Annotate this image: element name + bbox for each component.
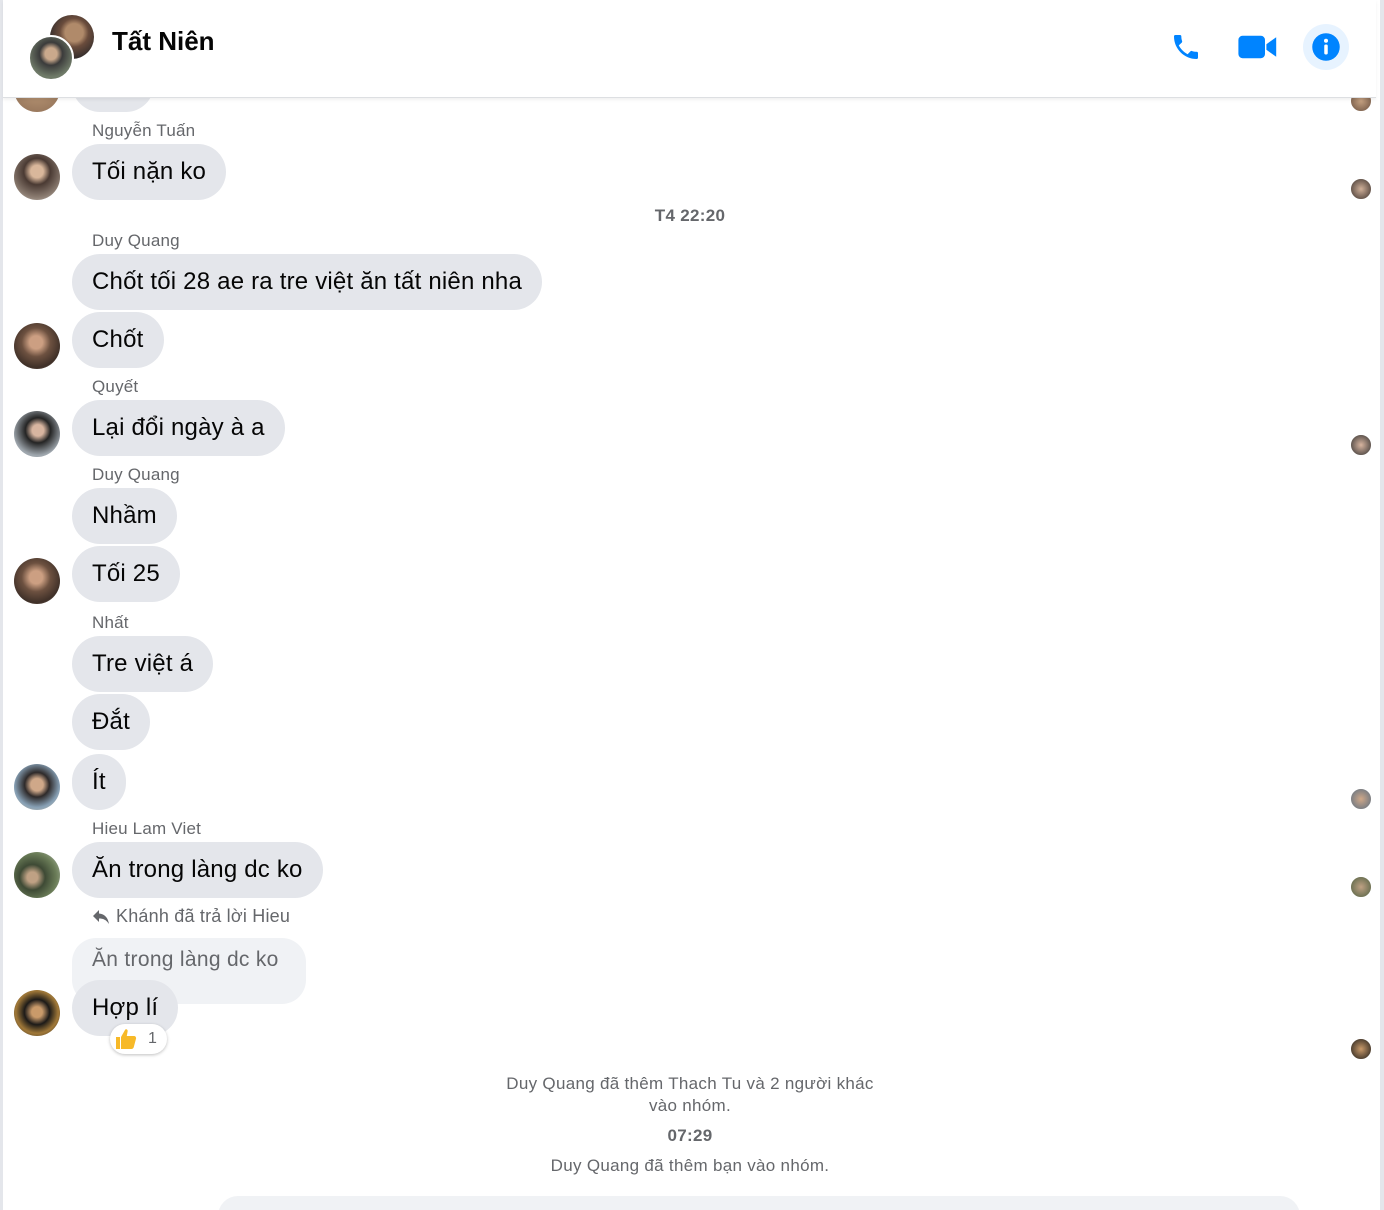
- message-bubble[interactable]: Lại đổi ngày à a: [72, 400, 285, 456]
- group-avatar[interactable]: [28, 15, 96, 81]
- read-receipt-avatar: [1350, 178, 1372, 200]
- reaction-badge[interactable]: 1: [110, 1024, 167, 1054]
- video-call-button[interactable]: [1235, 24, 1281, 70]
- message-bubble[interactable]: Ăn trong làng dc ko: [72, 842, 323, 898]
- sender-name: Quyết: [92, 377, 139, 396]
- sender-avatar[interactable]: [14, 990, 60, 1036]
- conversation-title[interactable]: Tất Niên: [112, 26, 215, 57]
- timestamp-divider: T4 22:20: [654, 206, 726, 225]
- message-bubble[interactable]: Chốt tối 28 ae ra tre việt ăn tất niên n…: [72, 254, 543, 310]
- sender-avatar[interactable]: [14, 411, 60, 457]
- sender-name: Hieu Lam Viet: [92, 819, 202, 838]
- sender-name: Duy Quang: [92, 231, 180, 250]
- sender-name: Nguyễn Tuấn: [92, 121, 196, 140]
- read-receipt-avatar: [1350, 788, 1372, 810]
- sender-avatar[interactable]: [14, 558, 60, 604]
- message-composer[interactable]: [218, 1196, 1300, 1210]
- message-bubble[interactable]: Tre việt á: [72, 636, 214, 692]
- video-camera-icon: [1238, 35, 1277, 59]
- sender-avatar[interactable]: [14, 154, 60, 200]
- read-receipt-avatar: [1350, 434, 1372, 456]
- voice-call-button[interactable]: [1163, 24, 1209, 70]
- message-bubble[interactable]: Chốt: [72, 312, 164, 368]
- conversation-info-button[interactable]: [1303, 24, 1349, 70]
- conversation-header: Tất Niên: [3, 0, 1376, 98]
- read-receipt-avatar: [1350, 876, 1372, 898]
- sender-avatar[interactable]: [14, 764, 60, 810]
- sender-name: Duy Quang: [92, 465, 180, 484]
- timestamp-divider: 07:29: [667, 1126, 713, 1145]
- thumbs-up-icon: [116, 1029, 137, 1049]
- message-bubble[interactable]: Tối nặn ko: [72, 144, 227, 200]
- sender-name: Nhất: [92, 613, 129, 632]
- sender-avatar[interactable]: [14, 852, 60, 898]
- info-icon: [1312, 33, 1340, 61]
- system-message: Duy Quang đã thêm Thach Tu và 2 người kh…: [506, 1074, 874, 1115]
- reply-indicator: Khánh đã trả lời Hieu: [92, 906, 290, 927]
- reply-arrow-icon: [93, 909, 109, 924]
- message-bubble[interactable]: Đắt: [72, 694, 150, 750]
- phone-icon: [1174, 35, 1198, 59]
- sender-avatar[interactable]: [14, 323, 60, 369]
- member-avatar: [28, 35, 74, 81]
- message-bubble[interactable]: Tối 25: [72, 546, 180, 602]
- reaction-count: 1: [148, 1030, 157, 1047]
- message-bubble[interactable]: Ít: [72, 754, 126, 810]
- system-message: Duy Quang đã thêm bạn vào nhóm.: [550, 1156, 830, 1175]
- read-receipt-avatar: [1350, 1038, 1372, 1060]
- reply-indicator-text: Khánh đã trả lời Hieu: [116, 906, 291, 926]
- message-bubble[interactable]: Nhầm: [72, 488, 177, 544]
